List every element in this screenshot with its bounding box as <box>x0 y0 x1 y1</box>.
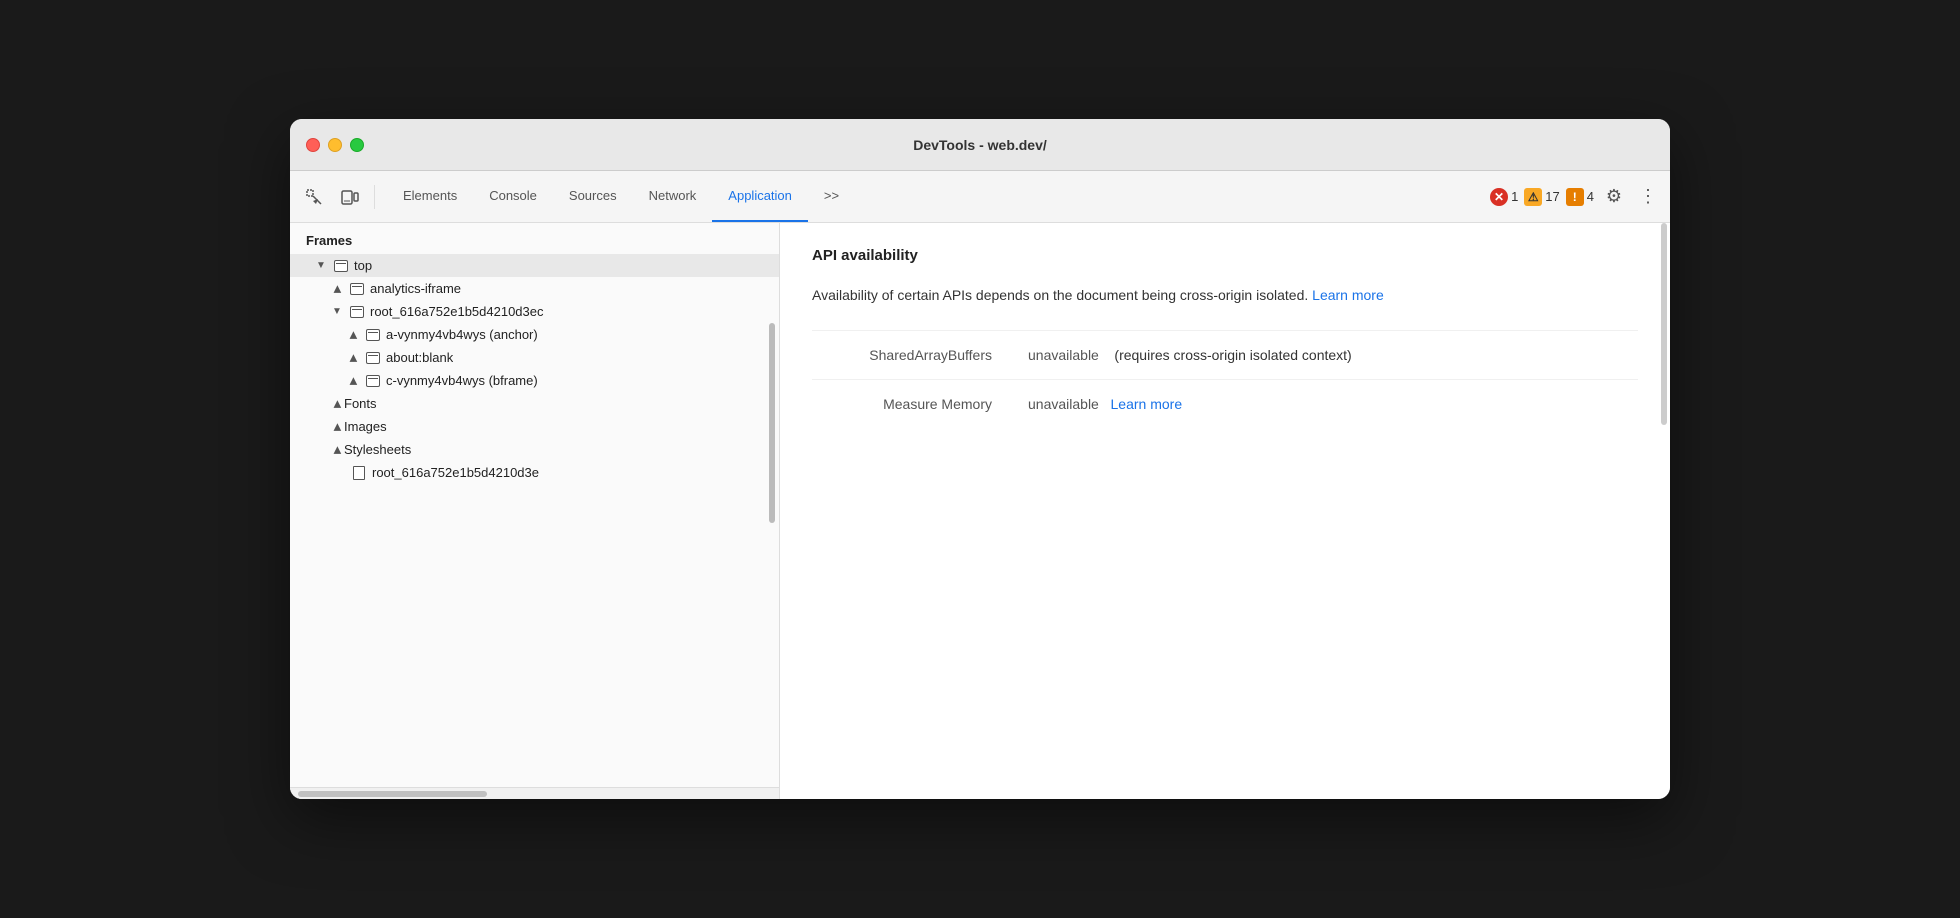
tree-item-root-bottom[interactable]: root_616a752e1b5d4210d3e <box>290 461 779 484</box>
shared-array-buffers-value: unavailable (requires cross-origin isola… <box>1028 347 1352 363</box>
content-panel: API availability Availability of certain… <box>780 223 1670 799</box>
api-availability-title: API availability <box>812 247 1638 264</box>
close-button[interactable] <box>306 138 320 152</box>
tree-item-top[interactable]: ▼ top <box>290 254 779 277</box>
file-icon-root-bottom <box>350 466 368 480</box>
arrow-top: ▼ <box>314 259 328 273</box>
content-scrollbar-thumb <box>1661 223 1667 425</box>
arrow-analytics: ▶ <box>330 282 344 296</box>
sidebar: Frames ▼ top ▶ analytics-iframe ▼ <box>290 223 780 799</box>
info-badge[interactable]: ! 4 <box>1566 188 1594 206</box>
minimize-button[interactable] <box>328 138 342 152</box>
tree-item-analytics-iframe[interactable]: ▶ analytics-iframe <box>290 277 779 300</box>
frame-icon-analytics <box>348 282 366 296</box>
error-icon: ✕ <box>1490 188 1508 206</box>
learn-more-link-2[interactable]: Learn more <box>1111 396 1183 412</box>
h-scrollbar-thumb <box>298 791 487 797</box>
tab-network[interactable]: Network <box>633 171 713 222</box>
tree-item-images[interactable]: ▶ Images <box>290 415 779 438</box>
tree-item-fonts[interactable]: ▶ Fonts <box>290 392 779 415</box>
tab-sources[interactable]: Sources <box>553 171 633 222</box>
tree-label-top: top <box>354 258 372 273</box>
tree-item-a-anchor[interactable]: ▶ a-vynmy4vb4wys (anchor) <box>290 323 779 346</box>
more-options-button[interactable]: ⋮ <box>1634 183 1662 211</box>
info-count: 4 <box>1587 189 1594 204</box>
tree-label-images: Images <box>344 419 387 434</box>
frame-icon-about-blank <box>364 351 382 365</box>
error-count: 1 <box>1511 189 1518 204</box>
tree-item-c-bframe[interactable]: ▶ c-vynmy4vb4wys (bframe) <box>290 369 779 392</box>
sidebar-section-frames: Frames <box>290 223 779 254</box>
tree-label-a-anchor: a-vynmy4vb4wys (anchor) <box>386 327 538 342</box>
tree-label-c-bframe: c-vynmy4vb4wys (bframe) <box>386 373 538 388</box>
tree-label-stylesheets: Stylesheets <box>344 442 411 457</box>
device-toolbar-button[interactable] <box>334 181 366 213</box>
frame-icon-c-bframe <box>364 374 382 388</box>
api-description-text: Availability of certain APIs depends on … <box>812 287 1308 303</box>
inspect-element-button[interactable] <box>298 181 330 213</box>
traffic-lights <box>306 138 364 152</box>
shared-array-buffers-label: SharedArrayBuffers <box>812 347 1012 363</box>
toolbar: Elements Console Sources Network Applica… <box>290 171 1670 223</box>
devtools-window: DevTools - web.dev/ Elements Console Sou… <box>290 119 1670 799</box>
shared-array-buffers-row: SharedArrayBuffers unavailable (requires… <box>812 330 1638 379</box>
tab-list: Elements Console Sources Network Applica… <box>387 171 855 222</box>
tree-label-root-bottom: root_616a752e1b5d4210d3e <box>372 465 539 480</box>
shared-array-buffers-status: unavailable <box>1028 347 1099 363</box>
tree-item-root[interactable]: ▼ root_616a752e1b5d4210d3ec <box>290 300 779 323</box>
main-area: Frames ▼ top ▶ analytics-iframe ▼ <box>290 223 1670 799</box>
shared-array-buffers-note: (requires cross-origin isolated context) <box>1114 347 1351 363</box>
api-description: Availability of certain APIs depends on … <box>812 284 1638 306</box>
warning-count: 17 <box>1545 189 1559 204</box>
tab-console[interactable]: Console <box>473 171 553 222</box>
tree-item-stylesheets[interactable]: ▶ Stylesheets <box>290 438 779 461</box>
window-title: DevTools - web.dev/ <box>913 137 1047 153</box>
arrow-stylesheets: ▶ <box>330 443 344 457</box>
settings-button[interactable]: ⚙ <box>1600 183 1628 211</box>
tree-item-about-blank[interactable]: ▶ about:blank <box>290 346 779 369</box>
measure-memory-status: unavailable <box>1028 396 1099 412</box>
error-badge[interactable]: ✕ 1 <box>1490 188 1518 206</box>
arrow-images: ▶ <box>330 420 344 434</box>
titlebar: DevTools - web.dev/ <box>290 119 1670 171</box>
tree-label-analytics-iframe: analytics-iframe <box>370 281 461 296</box>
maximize-button[interactable] <box>350 138 364 152</box>
inspect-icon <box>305 188 323 206</box>
arrow-a-anchor: ▶ <box>346 328 360 342</box>
tab-application[interactable]: Application <box>712 171 808 222</box>
arrow-about-blank: ▶ <box>346 351 360 365</box>
measure-memory-row: Measure Memory unavailable Learn more <box>812 379 1638 428</box>
content-scrollbar[interactable] <box>1660 223 1668 799</box>
warning-badge[interactable]: ⚠ 17 <box>1524 188 1559 206</box>
sidebar-vertical-scrollbar-thumb[interactable] <box>769 323 775 523</box>
tree-label-fonts: Fonts <box>344 396 377 411</box>
warning-icon: ⚠ <box>1524 188 1542 206</box>
frame-icon-a-anchor <box>364 328 382 342</box>
arrow-fonts: ▶ <box>330 397 344 411</box>
measure-memory-value: unavailable Learn more <box>1028 396 1182 412</box>
frame-icon-root <box>348 305 366 319</box>
frame-icon-top <box>332 259 350 273</box>
arrow-c-bframe: ▶ <box>346 374 360 388</box>
learn-more-link-1[interactable]: Learn more <box>1312 287 1384 303</box>
tab-elements[interactable]: Elements <box>387 171 473 222</box>
tree-label-root: root_616a752e1b5d4210d3ec <box>370 304 544 319</box>
arrow-root: ▼ <box>330 305 344 319</box>
tab-more[interactable]: >> <box>808 171 855 222</box>
toolbar-right: ✕ 1 ⚠ 17 ! 4 ⚙ ⋮ <box>1490 183 1662 211</box>
toolbar-divider <box>374 185 375 209</box>
device-icon <box>341 188 359 206</box>
tree-label-about-blank: about:blank <box>386 350 453 365</box>
measure-memory-label: Measure Memory <box>812 396 1012 412</box>
sidebar-horizontal-scrollbar[interactable] <box>290 787 779 799</box>
info-icon: ! <box>1566 188 1584 206</box>
